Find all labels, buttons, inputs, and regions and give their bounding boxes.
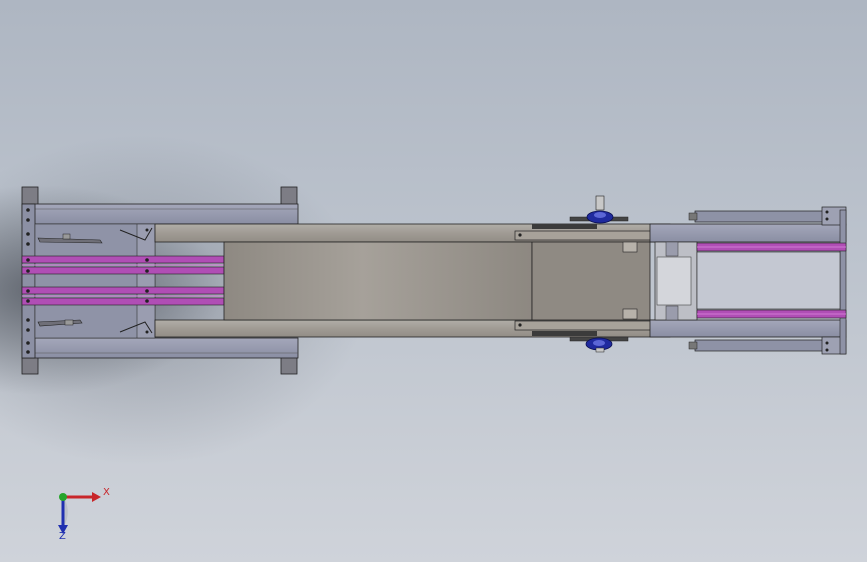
right-rail-top: [649, 223, 847, 243]
clamp-plate-top: [514, 230, 671, 241]
telescopic-beam[interactable]: [154, 223, 671, 338]
right-rail-bottom: [649, 319, 847, 338]
frame-rail-top: [21, 203, 299, 225]
bearing-bottom[interactable]: [569, 336, 629, 353]
beam-inner-section: [223, 241, 533, 321]
corner-post-top-left: [21, 186, 39, 206]
graphics-viewport[interactable]: X Z: [0, 0, 867, 562]
y-axis-origin: [59, 493, 67, 501]
x-axis-label: X: [103, 487, 110, 498]
corner-post-top-right: [280, 186, 298, 206]
frame-rail-bottom: [21, 337, 299, 359]
axis-triad: [58, 492, 101, 534]
corner-post-bottom-right: [280, 356, 298, 375]
frame-cross-member: [136, 223, 156, 339]
z-axis-label: Z: [59, 531, 66, 542]
frame-end-left: [21, 203, 36, 359]
right-frame-assembly[interactable]: [649, 206, 847, 355]
corner-post-bottom-left: [21, 356, 39, 375]
bearing-top[interactable]: [569, 195, 629, 224]
beam-end-block: [531, 241, 651, 321]
clamp-plate-bottom: [514, 320, 671, 331]
cad-model-top-view[interactable]: [0, 0, 867, 562]
